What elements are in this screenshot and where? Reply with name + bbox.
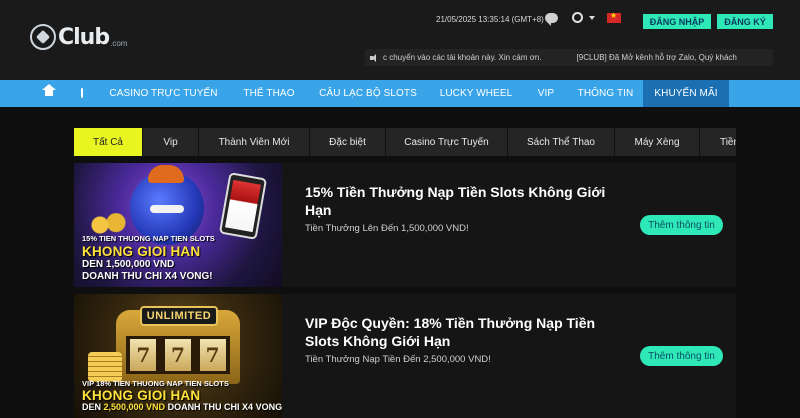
unlimited-badge: UNLIMITED <box>140 306 218 326</box>
banner-line-3-amount: 2,500,000 VND <box>103 402 166 412</box>
nav-lucky-wheel[interactable]: LUCKY WHEEL <box>428 80 524 107</box>
nav-promotions[interactable]: KHUYẾN MÃI <box>643 80 729 107</box>
home-icon <box>41 83 56 99</box>
banner-line-2: KHONG GIOI HAN <box>82 244 201 259</box>
circle-icon[interactable] <box>572 12 583 23</box>
tab-all[interactable]: Tất Cả <box>74 128 143 156</box>
vietnam-flag-icon[interactable] <box>607 11 621 23</box>
site-logo[interactable]: Club .com <box>30 20 140 54</box>
mobile-icon <box>81 88 83 98</box>
logo-suffix: .com <box>110 38 128 48</box>
banner-line-3: DEN 2,500,000 VND DOANH THU CHI X4 VONG! <box>82 403 282 412</box>
register-button[interactable]: ĐĂNG KÝ <box>717 14 773 29</box>
site-header: Club .com 21/05/2025 13:35:14 (GMT+8) ĐĂ… <box>0 0 800 80</box>
reel-symbol: 7 <box>199 339 226 371</box>
announcement-marquee: c chuyển vào các tài khoản này. Xin cám … <box>365 49 773 66</box>
banner-line-3: DEN 1,500,000 VND <box>82 259 175 270</box>
banner-line-3-a: DEN <box>82 402 104 412</box>
promo-card: 15% TIEN THUONG NAP TIEN SLOTS KHONG GIO… <box>74 163 736 287</box>
nav-vip[interactable]: VIP <box>524 80 568 107</box>
promo-subtitle: Tiền Thưởng Nạp Tiền Đến 2,500,000 VND! <box>305 354 491 365</box>
main-nav: CASINO TRỰC TUYẾN THỂ THAO CÂU LẠC BỘ SL… <box>0 80 800 107</box>
chat-icon[interactable] <box>545 12 558 26</box>
chevron-down-icon[interactable] <box>589 15 595 20</box>
banner-line-1: VIP 18% TIEN THUONG NAP TIEN SLOTS <box>82 379 229 388</box>
promo-title[interactable]: 15% Tiền Thưởng Nạp Tiền Slots Không Giớ… <box>305 183 625 219</box>
logo-text: Club <box>58 24 110 50</box>
reel-symbol: 7 <box>164 339 191 371</box>
marquee-text-2: [9CLUB] Đã Mở kênh hỗ trợ Zalo, Quý khác… <box>576 53 737 62</box>
slot-reels: 7 7 7 <box>126 336 230 374</box>
banner-line-4: DOANH THU CHI X4 VONG! <box>82 271 213 282</box>
tab-vip[interactable]: Vip <box>143 128 199 156</box>
reel-symbol: 7 <box>130 339 157 371</box>
logo-nine-icon <box>30 24 56 50</box>
nav-slots-club[interactable]: CÂU LẠC BỘ SLOTS <box>308 80 428 107</box>
promo-banner-image[interactable]: 15% TIEN THUONG NAP TIEN SLOTS KHONG GIO… <box>74 163 282 287</box>
tab-live-casino[interactable]: Casino Trực Tuyến <box>386 128 508 156</box>
tab-special[interactable]: Đặc biệt <box>310 128 386 156</box>
phone-graphic <box>218 172 268 240</box>
coin-stack-graphic <box>88 352 122 382</box>
server-datetime: 21/05/2025 13:35:14 (GMT+8) <box>436 15 544 24</box>
nav-info[interactable]: THÔNG TIN <box>568 80 643 107</box>
banner-line-3-c: DOANH THU CHI X4 VONG! <box>165 402 282 412</box>
nav-sports[interactable]: THỂ THAO <box>230 80 308 107</box>
promo-subtitle: Tiền Thưởng Lên Đến 1,500,000 VND! <box>305 223 469 234</box>
promo-filter-tabs: Tất Cả Vip Thành Viên Mới Đặc biệt Casin… <box>74 128 736 156</box>
promo-title[interactable]: VIP Độc Quyền: 18% Tiền Thưởng Nạp Tiền … <box>305 314 625 350</box>
tab-more[interactable]: Tiền <box>700 128 736 156</box>
promo-banner-image[interactable]: 7 7 7 UNLIMITED VIP 18% TIEN THUONG NAP … <box>74 294 282 418</box>
marquee-text-1: c chuyển vào các tài khoản này. Xin cám … <box>383 53 542 62</box>
banner-line-2: KHONG GIOI HAN <box>82 388 201 403</box>
tab-new-members[interactable]: Thành Viên Mới <box>199 128 310 156</box>
login-button[interactable]: ĐĂNG NHẬP <box>643 14 711 29</box>
tab-sportsbook[interactable]: Sách Thể Thao <box>508 128 615 156</box>
header-icons <box>545 11 621 26</box>
more-info-button[interactable]: Thêm thông tin <box>640 346 723 366</box>
tab-slots[interactable]: Máy Xèng <box>615 128 700 156</box>
banner-line-1: 15% TIEN THUONG NAP TIEN SLOTS <box>82 234 215 243</box>
speaker-icon <box>370 53 378 62</box>
promo-card: 7 7 7 UNLIMITED VIP 18% TIEN THUONG NAP … <box>74 294 736 418</box>
nav-casino[interactable]: CASINO TRỰC TUYẾN <box>97 80 230 107</box>
more-info-button[interactable]: Thêm thông tin <box>640 215 723 235</box>
